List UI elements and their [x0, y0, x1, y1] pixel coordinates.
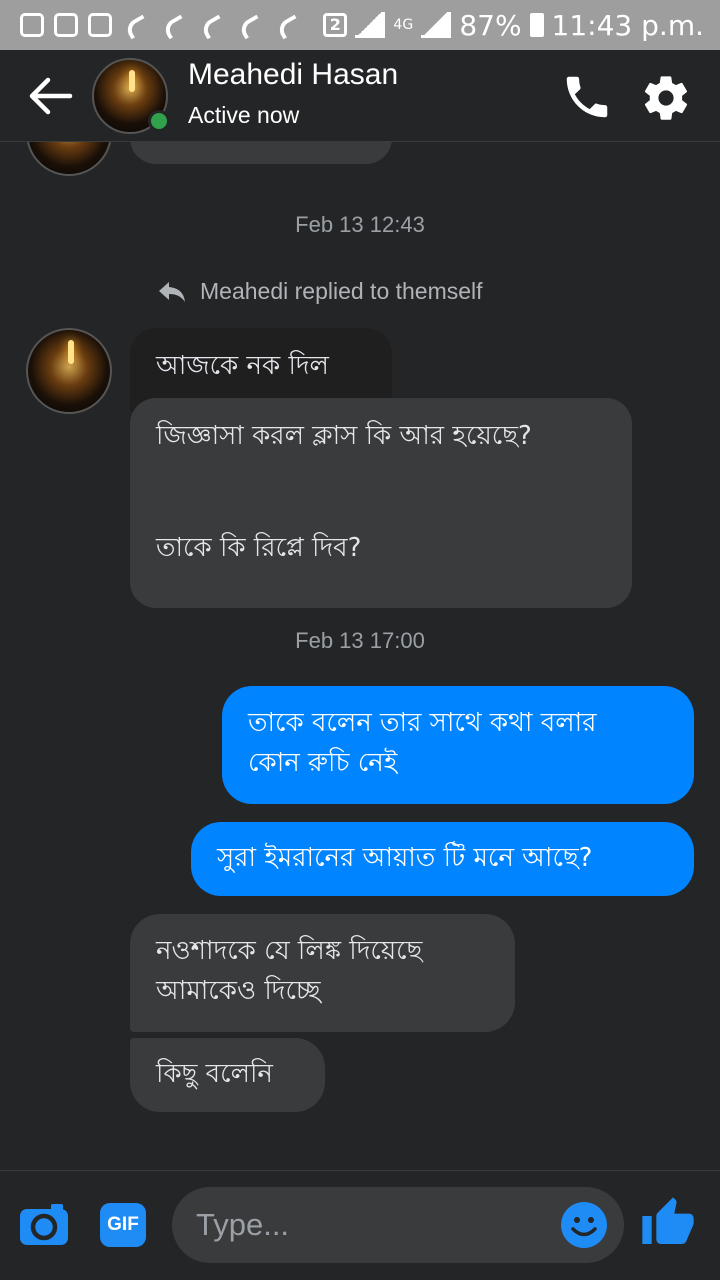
network-type: 4G [393, 17, 414, 33]
contact-name[interactable]: Meahedi Hasan [188, 58, 398, 92]
like-button[interactable] [640, 1195, 696, 1251]
message-text: তাকে কি রিপ্লে দিব? [156, 533, 362, 563]
signal-icon [355, 12, 386, 38]
clock: 11:43 p.m. [551, 8, 704, 42]
contact-status: Active now [188, 102, 300, 128]
reply-message-bubble[interactable]: জিজ্ঞাসা করল ক্লাস কি আর হয়েছে? তাকে কি… [130, 398, 632, 608]
contact-avatar[interactable] [92, 58, 170, 134]
received-message-bubble[interactable]: নওশাদকে যে লিঙ্ক দিয়েছে আমাকেও দিচ্ছে [130, 914, 515, 1032]
message-list[interactable]: Feb 13 12:43 Meahedi replied to themself… [0, 142, 720, 1170]
sender-avatar [26, 328, 112, 414]
status-bar-system: 2 4G 87% 11:43 p.m. [323, 9, 704, 42]
message-text: নওশাদকে যে লিঙ্ক দিয়েছে [156, 936, 423, 966]
online-indicator [148, 110, 170, 132]
sent-message-bubble[interactable]: সুরা ইমরানের আয়াত টি মনে আছে? [191, 822, 694, 896]
gear-icon [644, 76, 688, 120]
message-input-placeholder: Type... [196, 1207, 290, 1242]
timestamp: Feb 13 17:00 [295, 628, 425, 653]
call-button[interactable] [560, 70, 614, 124]
message-text: তাকে বলেন তার সাথে কথা বলার [248, 708, 597, 738]
reply-icon [159, 281, 185, 302]
operator-icon [274, 13, 302, 37]
message-text: জিজ্ঞাসা করল ক্লাস কি আর হয়েছে? [156, 421, 532, 451]
emoji-icon [561, 1202, 607, 1248]
back-arrow-icon [29, 77, 73, 115]
status-bar: 2 4G 87% 11:43 p.m. [0, 0, 720, 50]
thumbs-up-icon [642, 1197, 694, 1244]
battery-icon [529, 13, 544, 37]
sender-avatar [26, 142, 112, 176]
message-input[interactable]: Type... [172, 1187, 624, 1263]
sent-message-bubble[interactable]: তাকে বলেন তার সাথে কথা বলার কোন রুচি নেই [222, 686, 694, 804]
message-composer: GIF Type... [0, 1170, 720, 1280]
messenger-notification-icon [20, 13, 44, 37]
operator-icon [122, 13, 150, 37]
operator-icon [160, 13, 188, 37]
message-text: কোন রুচি নেই [248, 748, 398, 778]
settings-button[interactable] [640, 72, 692, 124]
message-text: আমাকেও দিচ্ছে [156, 976, 321, 1006]
operator-icon [198, 13, 226, 37]
back-button[interactable] [28, 76, 74, 116]
operator-icon [236, 13, 264, 37]
reply-indicator: Meahedi replied to themself [158, 278, 483, 305]
battery-percent: 87% [459, 8, 522, 42]
status-bar-notifications [20, 13, 323, 37]
image-notification-icon [88, 13, 112, 37]
signal-icon [421, 12, 452, 38]
timestamp: Feb 13 12:43 [295, 212, 425, 237]
phone-icon [566, 76, 608, 118]
recycle-notification-icon [54, 13, 78, 37]
sim-badge: 2 [323, 13, 348, 37]
camera-button[interactable] [18, 1201, 70, 1247]
reply-note-text: Meahedi replied to themself [200, 278, 483, 304]
camera-icon [20, 1204, 68, 1245]
emoji-button[interactable] [560, 1201, 608, 1249]
received-message-bubble[interactable]: কিছু বলেনি [130, 1038, 325, 1112]
message-bubble-cut[interactable] [130, 142, 392, 164]
conversation-header: Meahedi Hasan Active now [0, 50, 720, 142]
gif-button[interactable]: GIF [100, 1203, 146, 1247]
